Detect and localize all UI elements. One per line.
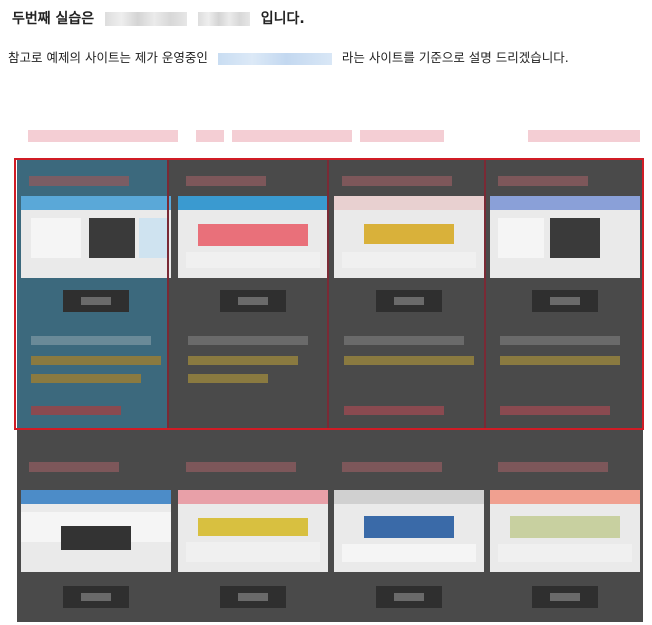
card-title — [342, 462, 442, 472]
card-button[interactable] — [63, 586, 129, 608]
selection-highlight — [14, 158, 644, 430]
card-button[interactable] — [376, 586, 442, 608]
redacted-header-bar — [28, 126, 640, 146]
redacted-text — [197, 12, 250, 26]
card-title — [186, 462, 296, 472]
card-title — [29, 462, 119, 472]
reference-suffix: 라는 사이트를 기준으로 설명 드리겠습니다. — [341, 50, 569, 65]
site-screenshot — [21, 490, 171, 572]
reference-line: 참고로 예제의 사이트는 제가 운영중인 라는 사이트를 기준으로 설명 드리겠… — [8, 47, 569, 66]
instruction-line: 두번째 실습은 입니다. — [12, 8, 305, 28]
card-button[interactable] — [220, 586, 286, 608]
site-screenshot — [334, 490, 484, 572]
redacted-text — [105, 12, 188, 26]
redacted-link[interactable] — [217, 52, 332, 65]
card-title — [498, 462, 608, 472]
reference-prefix: 참고로 예제의 사이트는 제가 운영중인 — [8, 50, 208, 65]
instruction-prefix: 두번째 실습은 — [12, 11, 95, 27]
instruction-suffix: 입니다. — [260, 11, 305, 27]
site-screenshot — [490, 490, 640, 572]
card-button[interactable] — [532, 586, 598, 608]
site-screenshot — [178, 490, 328, 572]
